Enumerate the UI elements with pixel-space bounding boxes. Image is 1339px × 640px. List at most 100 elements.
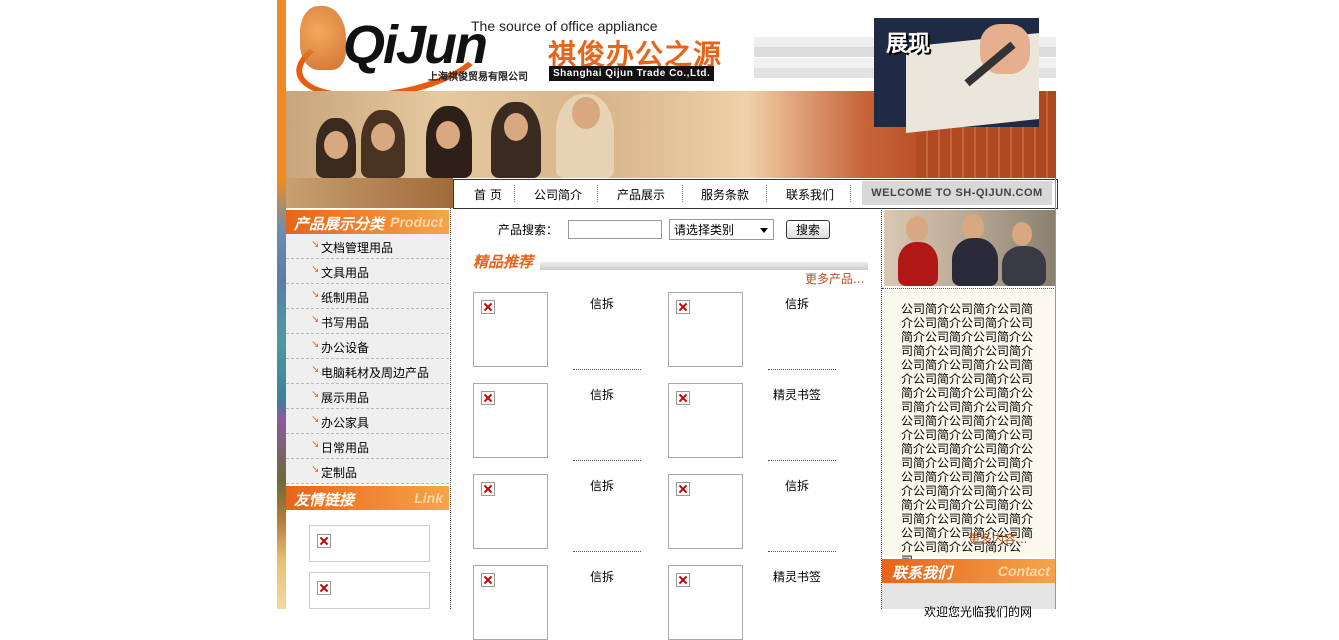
links-header: 友情链接 Link	[286, 486, 449, 510]
nav-products[interactable]: 产品展示	[617, 186, 665, 203]
recommend-title: 精品推荐	[473, 253, 534, 271]
category-item[interactable]: ↘ 办公家具	[286, 409, 449, 434]
product-name[interactable]: 信拆	[785, 477, 809, 494]
category-label[interactable]: 书写用品	[321, 314, 369, 331]
arrow-icon: ↘	[311, 264, 320, 275]
category-item[interactable]: ↘ 定制品	[286, 459, 449, 484]
left-decor-strip	[277, 0, 286, 609]
person-head	[504, 113, 528, 141]
arrow-icon: ↘	[311, 364, 320, 375]
product-image[interactable]	[473, 383, 548, 458]
product-image[interactable]	[668, 292, 743, 367]
broken-image-icon	[481, 391, 495, 405]
broken-image-icon	[317, 534, 331, 548]
friend-link-logo[interactable]	[309, 572, 430, 609]
product-image[interactable]	[668, 565, 743, 640]
person-figure	[898, 242, 938, 286]
category-label[interactable]: 日常用品	[321, 439, 369, 456]
product-divider	[573, 460, 641, 461]
category-item[interactable]: ↘ 纸制用品	[286, 284, 449, 309]
category-item[interactable]: ↘ 文档管理用品	[286, 234, 449, 259]
category-label[interactable]: 文档管理用品	[321, 239, 393, 256]
person-head	[572, 97, 600, 129]
more-content-link[interactable]: 更多内容...	[968, 530, 1027, 547]
person-head	[962, 214, 984, 240]
search-input[interactable]	[568, 220, 662, 239]
category-select[interactable]: 请选择类别	[669, 219, 774, 240]
friend-link-logo[interactable]	[309, 525, 430, 562]
product-divider	[768, 460, 836, 461]
person-head	[1012, 222, 1032, 246]
category-label[interactable]: 纸制用品	[321, 289, 369, 306]
person-head	[371, 123, 395, 151]
logo-lion-icon	[300, 6, 346, 70]
logo-company-cn: 上海祺俊贸易有限公司	[428, 72, 528, 83]
nav-about[interactable]: 公司简介	[534, 186, 582, 203]
broken-image-icon	[676, 300, 690, 314]
category-item[interactable]: ↘ 展示用品	[286, 384, 449, 409]
arrow-icon: ↘	[311, 289, 320, 300]
nav-home[interactable]: 首 页	[474, 186, 502, 203]
product-name[interactable]: 精灵书签	[773, 568, 821, 585]
category-item[interactable]: ↘ 日常用品	[286, 434, 449, 459]
photo-divider	[882, 288, 1056, 289]
category-item[interactable]: ↘ 办公设备	[286, 334, 449, 359]
product-divider	[573, 369, 641, 370]
category-title-en: Product	[390, 214, 443, 230]
product-image[interactable]	[668, 474, 743, 549]
category-label[interactable]: 定制品	[321, 464, 357, 481]
product-image[interactable]	[473, 474, 548, 549]
broken-image-icon	[676, 391, 690, 405]
nav-terms[interactable]: 服务条款	[701, 186, 749, 203]
arrow-icon: ↘	[311, 389, 320, 400]
broken-image-icon	[481, 482, 495, 496]
product-name[interactable]: 信拆	[590, 568, 614, 585]
product-name[interactable]: 信拆	[590, 386, 614, 403]
nav-separator	[514, 185, 516, 202]
category-label[interactable]: 展示用品	[321, 389, 369, 406]
product-image[interactable]	[473, 565, 548, 640]
product-name[interactable]: 信拆	[590, 477, 614, 494]
category-item[interactable]: ↘ 文具用品	[286, 259, 449, 284]
nav-contact[interactable]: 联系我们	[786, 186, 834, 203]
category-item[interactable]: ↘ 电脑耗材及周边产品	[286, 359, 449, 384]
about-text: 公司简介公司简介公司简介公司简介公司简介公司简介公司简介公司简介公司简介公司简介…	[901, 302, 1034, 568]
person-head	[906, 216, 928, 242]
logo-company-en: Shanghai Qijun Trade Co.,Ltd.	[549, 66, 715, 81]
contact-text: 欢迎您光临我们的网	[924, 605, 1033, 619]
logo-tagline: The source of office appliance	[471, 18, 658, 34]
category-label[interactable]: 文具用品	[321, 264, 369, 281]
product-name[interactable]: 信拆	[785, 295, 809, 312]
more-products-link[interactable]: 更多产品...	[805, 270, 864, 287]
product-image[interactable]	[473, 292, 548, 367]
contact-title-en: Contact	[997, 563, 1050, 579]
contact-header: 联系我们 Contact	[882, 559, 1056, 583]
welcome-banner: WELCOME TO SH-QIJUN.COM	[862, 181, 1052, 205]
category-label[interactable]: 办公家具	[321, 414, 369, 431]
arrow-icon: ↘	[311, 439, 320, 450]
broken-image-icon	[676, 482, 690, 496]
category-item[interactable]: ↘ 书写用品	[286, 309, 449, 334]
category-label[interactable]: 电脑耗材及周边产品	[321, 364, 429, 381]
column-divider	[450, 208, 452, 609]
links-title-en: Link	[414, 490, 443, 506]
links-title: 友情链接	[294, 491, 355, 509]
broken-image-icon	[317, 581, 331, 595]
category-label[interactable]: 办公设备	[321, 339, 369, 356]
product-name[interactable]: 信拆	[590, 295, 614, 312]
nav-separator	[682, 185, 684, 202]
person-figure	[1002, 246, 1046, 286]
person-head	[324, 131, 348, 159]
recommend-bar	[540, 262, 868, 270]
person-figure	[952, 238, 998, 286]
product-image[interactable]	[668, 383, 743, 458]
nav-separator	[597, 185, 599, 202]
nav-separator	[766, 185, 768, 202]
product-name[interactable]: 精灵书签	[773, 386, 821, 403]
search-label: 产品搜索：	[498, 223, 559, 237]
category-header: 产品展示分类 Product	[286, 210, 449, 234]
search-button[interactable]: 搜索	[786, 220, 830, 239]
broken-image-icon	[481, 300, 495, 314]
showcase-title: 展现	[886, 31, 931, 57]
logo-brand[interactable]: QiJun	[343, 14, 488, 76]
